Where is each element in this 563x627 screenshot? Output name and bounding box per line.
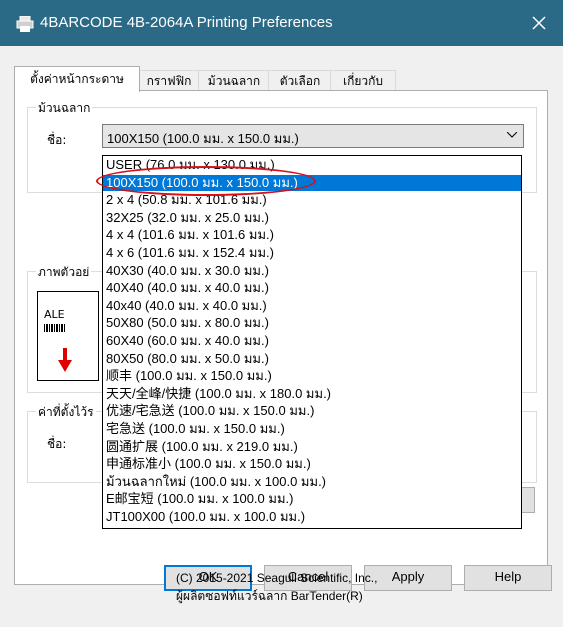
- stock-name-label: ชื่อ:: [47, 133, 67, 147]
- dropdown-item[interactable]: 优速/宅急送 (100.0 มม. x 150.0 มม.): [103, 403, 521, 419]
- window-title: 4BARCODE 4B-2064A Printing Preferences: [40, 14, 333, 31]
- stock-group-label: ม้วนฉลาก: [36, 99, 93, 118]
- tab-page-setup[interactable]: ตั้งค่าหน้ากระดาษ: [14, 66, 140, 92]
- maker-text: ผู้ผลิตซอฟท์แวร์ฉลาก BarTender(R): [176, 589, 363, 603]
- help-button[interactable]: Help: [464, 565, 552, 591]
- dropdown-item[interactable]: 宅急送 (100.0 มม. x 150.0 มม.): [103, 421, 521, 437]
- dropdown-item[interactable]: USER (76.0 มม. x 130.0 มม.): [103, 157, 521, 173]
- label-preview: ALE: [37, 291, 99, 381]
- dropdown-item[interactable]: 天天/全峰/快捷 (100.0 มม. x 180.0 มม.): [103, 386, 521, 402]
- dropdown-item[interactable]: 2 x 4 (50.8 มม. x 101.6 มม.): [103, 192, 521, 208]
- dropdown-item[interactable]: 32X25 (32.0 มม. x 25.0 มม.): [103, 210, 521, 226]
- dropdown-item[interactable]: 40x40 (40.0 มม. x 40.0 มม.): [103, 298, 521, 314]
- stock-selected-value: 100X150 (100.0 มม. x 150.0 มม.): [107, 131, 299, 146]
- arrow-down-icon: [58, 348, 72, 372]
- dropdown-item[interactable]: E邮宝短 (100.0 มม. x 100.0 มม.): [103, 491, 521, 507]
- title-bar: 4BARCODE 4B-2064A Printing Preferences: [0, 0, 563, 46]
- dropdown-item[interactable]: 4 x 6 (101.6 มม. x 152.4 มม.): [103, 245, 521, 261]
- settings-group-label: ค่าที่ตั้งไว้ร: [36, 403, 96, 422]
- stock-dropdown-list[interactable]: USER (76.0 มม. x 130.0 มม.) 100X150 (100.…: [102, 155, 522, 529]
- dropdown-item[interactable]: 80X50 (80.0 มม. x 50.0 มม.): [103, 351, 521, 367]
- barcode-icon: [44, 324, 66, 332]
- tab-graphics[interactable]: กราฟฟิก: [138, 70, 200, 91]
- dropdown-item[interactable]: 50X80 (50.0 มม. x 80.0 มม.): [103, 315, 521, 331]
- tab-about[interactable]: เกี่ยวกับ: [330, 70, 396, 91]
- close-button[interactable]: [526, 10, 552, 36]
- dropdown-item[interactable]: 4 x 4 (101.6 มม. x 101.6 มม.): [103, 227, 521, 243]
- dropdown-item[interactable]: ม้วนฉลากใหม่ (100.0 มม. x 100.0 มม.): [103, 474, 521, 490]
- dropdown-item[interactable]: 100X150 (100.0 มม. x 150.0 มม.): [103, 174, 521, 191]
- dropdown-item[interactable]: 圆通扩展 (100.0 มม. x 219.0 มม.): [103, 439, 521, 455]
- tab-options[interactable]: ตัวเลือก: [268, 70, 332, 91]
- settings-side-button[interactable]: [521, 487, 535, 513]
- close-icon: [532, 16, 546, 30]
- dropdown-item[interactable]: 申通标准小 (100.0 มม. x 150.0 มม.): [103, 456, 521, 472]
- tab-stock[interactable]: ม้วนฉลาก: [198, 70, 270, 91]
- chevron-down-icon: [507, 132, 517, 138]
- dropdown-item[interactable]: 40X30 (40.0 มม. x 30.0 มม.): [103, 263, 521, 279]
- dropdown-item[interactable]: 60X40 (60.0 มม. x 40.0 มม.): [103, 333, 521, 349]
- copyright-text: (C) 2015-2021 Seagull Scientific, Inc.,: [176, 571, 378, 585]
- preview-sample-text: ALE: [44, 308, 65, 321]
- dropdown-item[interactable]: 顺丰 (100.0 มม. x 150.0 มม.): [103, 368, 521, 384]
- dropdown-item[interactable]: 40X40 (40.0 มม. x 40.0 มม.): [103, 280, 521, 296]
- settings-name-label: ชื่อ:: [47, 437, 67, 451]
- stock-name-select[interactable]: 100X150 (100.0 มม. x 150.0 มม.): [102, 124, 524, 148]
- dropdown-item[interactable]: JT100X00 (100.0 มม. x 100.0 มม.): [103, 509, 521, 525]
- printer-icon: [16, 15, 34, 32]
- preview-group-label: ภาพตัวอย่: [36, 263, 92, 282]
